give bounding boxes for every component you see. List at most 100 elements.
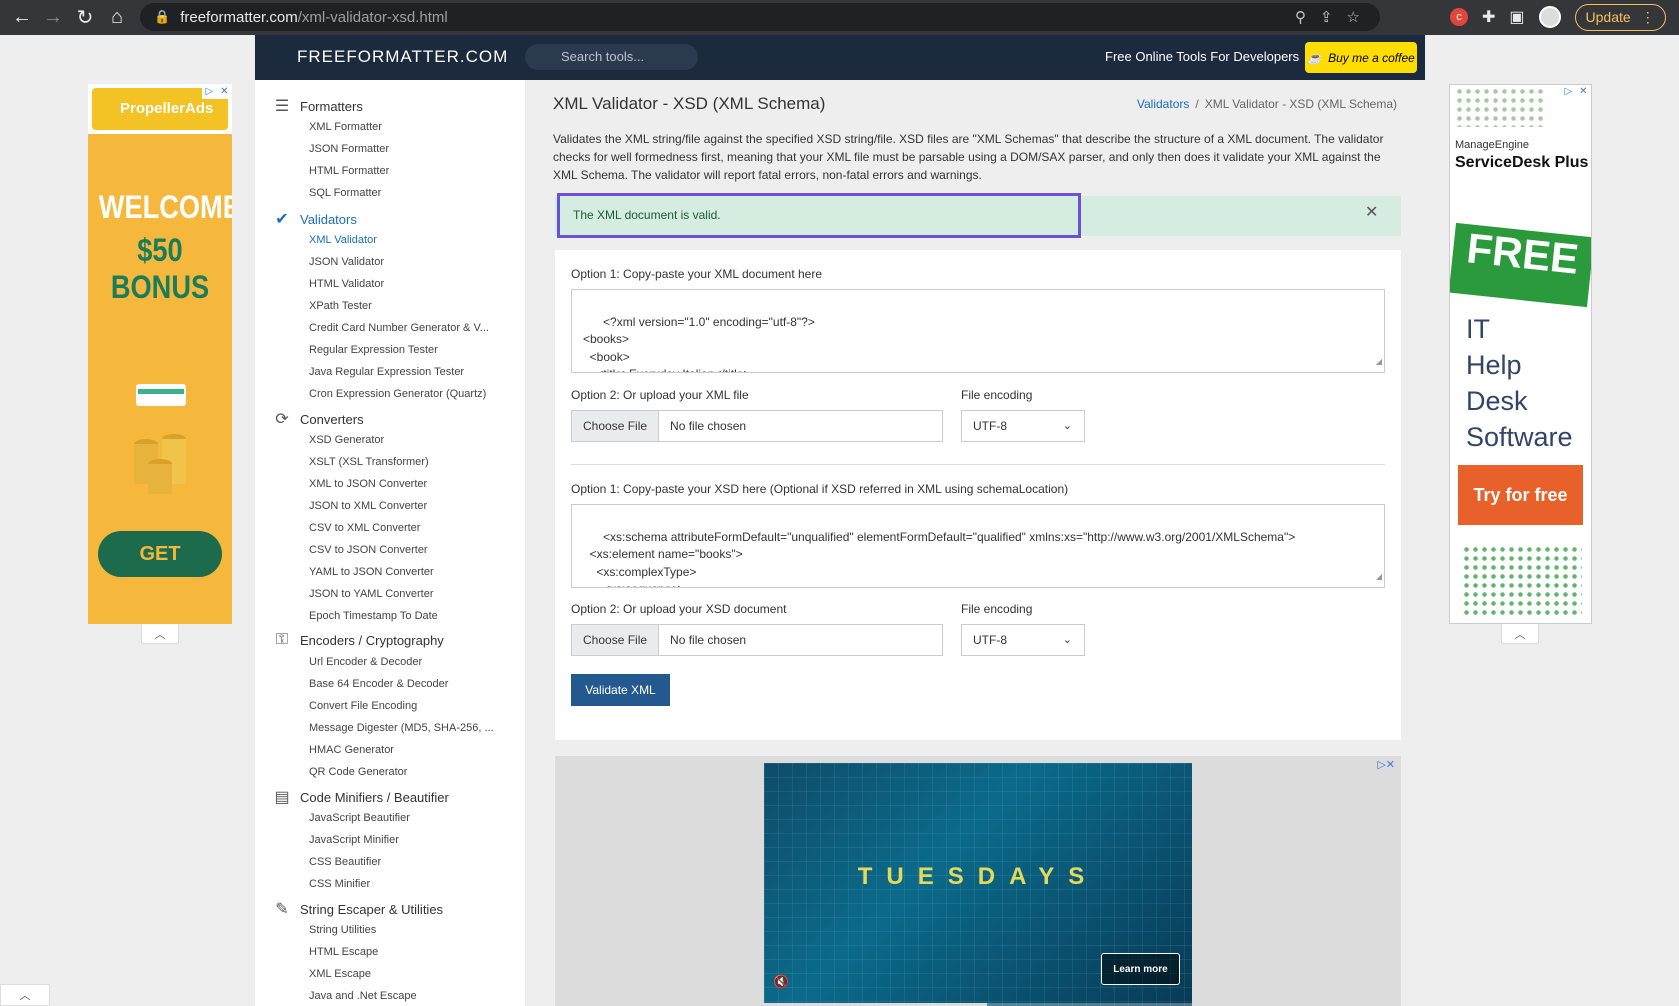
sidebar-item[interactable]: Java and .Net Escape bbox=[309, 990, 417, 1002]
sidebar-item[interactable]: HTML Escape bbox=[309, 946, 378, 958]
xml-content: <?xml version="1.0" encoding="utf-8"?> <… bbox=[583, 314, 815, 373]
sidebar-item[interactable]: Url Encoder & Decoder bbox=[309, 656, 422, 668]
zoom-icon[interactable]: ⚲ bbox=[1295, 8, 1306, 26]
xsd-encoding-select[interactable]: UTF-8 ⌄ bbox=[961, 624, 1085, 656]
sidebar-item[interactable]: JSON to YAML Converter bbox=[309, 588, 434, 600]
validate-xml-button[interactable]: Validate XML bbox=[571, 674, 670, 706]
sidebar-item[interactable]: JSON Formatter bbox=[309, 143, 389, 155]
reload-icon[interactable]: ↻ bbox=[69, 1, 101, 33]
choose-file-button[interactable]: Choose File bbox=[572, 411, 660, 441]
xsd-textarea[interactable]: <xs:schema attributeFormDefault="unquali… bbox=[571, 504, 1385, 588]
sidepanel-icon[interactable]: ▣ bbox=[1509, 7, 1524, 27]
sidebar-item[interactable]: String Utilities bbox=[309, 924, 376, 936]
learn-more-button[interactable]: Learn more bbox=[1101, 953, 1180, 985]
buy-me-a-coffee-button[interactable]: ☕ Buy me a coffee bbox=[1305, 42, 1417, 73]
sidebar: ☰ Formatters XML Formatter JSON Formatter… bbox=[255, 80, 525, 1006]
sidebar-cat-encoders[interactable]: ⚿ Encoders / Cryptography bbox=[273, 631, 444, 649]
breadcrumb-link-validators[interactable]: Validators bbox=[1137, 97, 1189, 111]
search-tools-input[interactable]: Search tools... bbox=[525, 44, 698, 70]
ad-brand: PropellerAds bbox=[120, 100, 214, 117]
video-player[interactable]: TUESDAYS Learn more 🔇 bbox=[764, 763, 1192, 1006]
choose-file-button[interactable]: Choose File bbox=[572, 625, 660, 655]
puzzle-icon[interactable]: ✚ bbox=[1482, 7, 1495, 27]
ad-close-right[interactable]: ▷ ✕ bbox=[1561, 84, 1591, 99]
forward-icon[interactable]: → bbox=[37, 1, 69, 33]
share-icon[interactable]: ⇪ bbox=[1320, 8, 1333, 26]
sidebar-item[interactable]: JSON Validator bbox=[309, 256, 384, 268]
sidebar-item[interactable]: Regular Expression Tester bbox=[309, 344, 438, 356]
propellerads-banner[interactable]: PropellerAds WELCOME $50 BONUS GET bbox=[88, 84, 232, 624]
profile-avatar[interactable] bbox=[1538, 6, 1561, 28]
breadcrumb-current: XML Validator - XSD (XML Schema) bbox=[1204, 97, 1397, 111]
extension-icon[interactable]: c bbox=[1450, 8, 1468, 26]
manageengine-banner[interactable]: ManageEngine ServiceDesk Plus FREE IT He… bbox=[1449, 84, 1592, 624]
scroll-up-button[interactable]: ︿ bbox=[0, 984, 50, 1006]
ad-get-button[interactable]: GET bbox=[98, 531, 222, 577]
close-icon[interactable]: ✕ bbox=[1365, 202, 1378, 222]
sidebar-item[interactable]: Java Regular Expression Tester bbox=[309, 366, 464, 378]
breadcrumb-separator: / bbox=[1195, 97, 1199, 111]
xml-textarea[interactable]: <?xml version="1.0" encoding="utf-8"?> <… bbox=[571, 289, 1385, 373]
sidebar-item[interactable]: CSS Minifier bbox=[309, 878, 370, 890]
sidebar-item[interactable]: Message Digester (MD5, SHA-256, ... bbox=[309, 722, 494, 734]
close-icon[interactable]: ✕ bbox=[220, 86, 228, 97]
url-host: freeformatter.com bbox=[180, 8, 298, 26]
collapse-left-ad[interactable]: ︿ bbox=[141, 624, 179, 644]
adchoices-close-icon[interactable]: ▷✕ bbox=[1377, 758, 1395, 771]
category-label: String Escaper & Utilities bbox=[300, 901, 444, 917]
video-ad[interactable]: ▷✕ TUESDAYS Learn more 🔇 bbox=[555, 756, 1401, 1006]
adchoices-icon[interactable]: ▷ bbox=[1564, 86, 1572, 97]
xsd-file-input[interactable]: Choose File No file chosen bbox=[571, 624, 943, 656]
sidebar-item[interactable]: QR Code Generator bbox=[309, 766, 407, 778]
sidebar-item[interactable]: JavaScript Minifier bbox=[309, 834, 399, 846]
chevron-down-icon: ⌄ bbox=[1062, 634, 1072, 646]
sidebar-cat-validators[interactable]: ✔ Validators bbox=[273, 209, 357, 229]
sidebar-item[interactable]: HTML Validator bbox=[309, 278, 384, 290]
sidebar-cat-converters[interactable]: ⟳ Converters bbox=[273, 409, 363, 429]
sidebar-item[interactable]: Credit Card Number Generator & V... bbox=[309, 322, 489, 334]
address-bar[interactable]: 🔒 freeformatter.com /xml-validator-xsd.h… bbox=[140, 3, 1380, 31]
sidebar-item[interactable]: Convert File Encoding bbox=[309, 700, 417, 712]
sidebar-cat-string-escaper[interactable]: ✎ String Escaper & Utilities bbox=[273, 899, 443, 919]
sidebar-item[interactable]: HTML Formatter bbox=[309, 165, 389, 177]
sidebar-cat-minifiers[interactable]: ▤ Code Minifiers / Beautifier bbox=[273, 787, 448, 807]
try-for-free-button[interactable]: Try for free bbox=[1458, 465, 1583, 525]
sidebar-item[interactable]: CSV to XML Converter bbox=[309, 522, 420, 534]
ad-line: Software bbox=[1466, 422, 1573, 452]
xml-file-input[interactable]: Choose File No file chosen bbox=[571, 410, 943, 442]
sidebar-item[interactable]: JSON to XML Converter bbox=[309, 500, 427, 512]
lock-icon: 🔒 bbox=[154, 9, 171, 24]
sidebar-item[interactable]: YAML to JSON Converter bbox=[309, 566, 434, 578]
mute-icon[interactable]: 🔇 bbox=[773, 974, 789, 990]
resize-handle-icon[interactable]: ◢ bbox=[1376, 568, 1382, 586]
site-logo[interactable]: FREEFORMATTER.COM bbox=[297, 47, 508, 67]
sidebar-item[interactable]: XML Escape bbox=[309, 968, 371, 980]
sidebar-item[interactable]: Epoch Timestamp To Date bbox=[309, 610, 438, 622]
xml-encoding-select[interactable]: UTF-8 ⌄ bbox=[961, 410, 1085, 442]
sidebar-item[interactable]: XPath Tester bbox=[309, 300, 372, 312]
sidebar-item-active[interactable]: XML Validator bbox=[309, 234, 377, 246]
collapse-right-ad[interactable]: ︿ bbox=[1501, 624, 1539, 644]
sidebar-item[interactable]: CSV to JSON Converter bbox=[309, 544, 428, 556]
sidebar-item[interactable]: JavaScript Beautifier bbox=[309, 812, 410, 824]
sidebar-item[interactable]: XSD Generator bbox=[309, 434, 384, 446]
sidebar-item[interactable]: XML Formatter bbox=[309, 121, 382, 133]
sidebar-item[interactable]: HMAC Generator bbox=[309, 744, 394, 756]
sidebar-item[interactable]: XSLT (XSL Transformer) bbox=[309, 456, 429, 468]
update-button[interactable]: Update ⋮ bbox=[1574, 3, 1666, 31]
resize-handle-icon[interactable]: ◢ bbox=[1376, 353, 1382, 371]
sidebar-cat-formatters[interactable]: ☰ Formatters bbox=[273, 96, 363, 116]
home-icon[interactable]: ⌂ bbox=[101, 1, 133, 33]
back-icon[interactable]: ← bbox=[6, 1, 38, 33]
checkmark-icon: ✔ bbox=[275, 211, 289, 228]
sidebar-item[interactable]: Cron Expression Generator (Quartz) bbox=[309, 388, 486, 400]
sidebar-item[interactable]: XML to JSON Converter bbox=[309, 478, 427, 490]
ad-close-left[interactable]: ▷ ✕ bbox=[202, 84, 232, 99]
sidebar-item[interactable]: CSS Beautifier bbox=[309, 856, 381, 868]
bookmark-star-icon[interactable]: ☆ bbox=[1347, 8, 1360, 26]
close-icon[interactable]: ✕ bbox=[1579, 86, 1587, 97]
sidebar-item[interactable]: SQL Formatter bbox=[309, 187, 381, 199]
adchoices-icon[interactable]: ▷ bbox=[205, 86, 213, 97]
sidebar-item[interactable]: Base 64 Encoder & Decoder bbox=[309, 678, 448, 690]
chevron-up-icon: ︿ bbox=[154, 628, 166, 641]
